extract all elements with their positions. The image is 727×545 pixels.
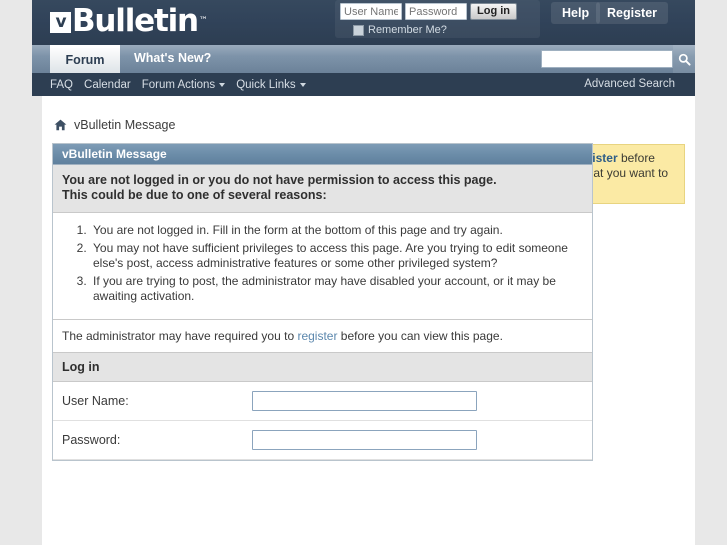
username-field[interactable]: [252, 390, 477, 411]
list-item: If you are trying to post, the administr…: [90, 274, 583, 305]
list-item: You are not logged in. Fill in the form …: [90, 223, 583, 239]
remember-me-row[interactable]: Remember Me?: [340, 24, 535, 36]
header-login-form: Log in Remember Me?: [335, 0, 540, 38]
panel-subtitle-line2: This could be due to one of several reas…: [62, 188, 327, 202]
username-label: User Name:: [62, 393, 129, 408]
form-row-password: Password:: [53, 420, 592, 460]
page-root: vBulletin™ Log in Remember Me? Help Regi…: [0, 0, 727, 545]
breadcrumb: vBulletin Message: [42, 96, 695, 140]
note-register-link[interactable]: register: [297, 329, 337, 343]
remember-me-checkbox[interactable]: [353, 24, 364, 36]
linkbar-links: FAQ Calendar Forum Actions Quick Links: [50, 73, 306, 96]
note-text-part1: The administrator may have required you …: [62, 328, 298, 343]
header-login-button[interactable]: Log in: [470, 3, 517, 20]
register-button[interactable]: Register: [596, 2, 669, 24]
help-button[interactable]: Help: [551, 2, 601, 24]
link-quick-links[interactable]: Quick Links: [236, 78, 306, 91]
panel-subtitle-line1: You are not logged in or you do not have…: [62, 173, 497, 187]
login-inputs-row: Log in: [340, 3, 535, 20]
form-row-username: User Name:: [53, 381, 592, 421]
link-forum-actions[interactable]: Forum Actions: [142, 79, 226, 91]
site-header: vBulletin™ Log in Remember Me? Help Regi…: [32, 0, 695, 45]
panel-reasons-body: You are not logged in. Fill in the form …: [53, 213, 592, 320]
panel-admin-note: The administrator may have required you …: [53, 319, 592, 353]
login-section-heading: Log in: [53, 352, 592, 382]
advanced-search-link[interactable]: Advanced Search: [584, 73, 675, 96]
chevron-down-icon: [219, 82, 226, 87]
header-username-input[interactable]: [340, 3, 402, 20]
panel-subtitle: You are not logged in or you do not have…: [53, 165, 592, 213]
secondary-linkbar: FAQ Calendar Forum Actions Quick Links A…: [32, 73, 695, 96]
navbar-search: [541, 45, 695, 73]
tab-whats-new[interactable]: What's New?: [120, 45, 225, 73]
nav-tabs: Forum What's New?: [50, 45, 225, 73]
site-logo[interactable]: v Bulletin ™: [50, 2, 208, 40]
link-calendar[interactable]: Calendar: [84, 79, 131, 91]
remember-me-label: Remember Me?: [368, 24, 447, 36]
password-label: Password:: [62, 432, 121, 447]
link-forum-actions-label: Forum Actions: [141, 78, 216, 91]
link-faq-label: FAQ: [50, 78, 74, 91]
note-text-part2: before you can view this page.: [337, 328, 503, 343]
search-icon[interactable]: [673, 45, 695, 73]
home-icon[interactable]: [54, 119, 67, 131]
logo-v-mark: v: [50, 11, 71, 33]
logo-trademark: ™: [198, 16, 208, 26]
reasons-list: You are not logged in. Fill in the form …: [62, 223, 583, 305]
link-quick-links-label: Quick Links: [236, 78, 296, 91]
header-password-input[interactable]: [405, 3, 467, 20]
chevron-down-icon: [299, 82, 306, 87]
search-input[interactable]: [541, 50, 673, 68]
list-item: You may not have sufficient privileges t…: [90, 241, 583, 272]
page-title: vBulletin Message: [74, 118, 176, 132]
link-faq[interactable]: FAQ: [50, 79, 73, 91]
primary-navbar: Forum What's New?: [32, 45, 695, 73]
logo-text: Bulletin: [72, 3, 199, 39]
panel-header-title: vBulletin Message: [53, 144, 592, 165]
password-field[interactable]: [252, 429, 477, 450]
tab-forum[interactable]: Forum: [50, 45, 120, 73]
link-calendar-label: Calendar: [84, 78, 131, 91]
vbulletin-message-panel: vBulletin Message You are not logged in …: [52, 143, 593, 461]
